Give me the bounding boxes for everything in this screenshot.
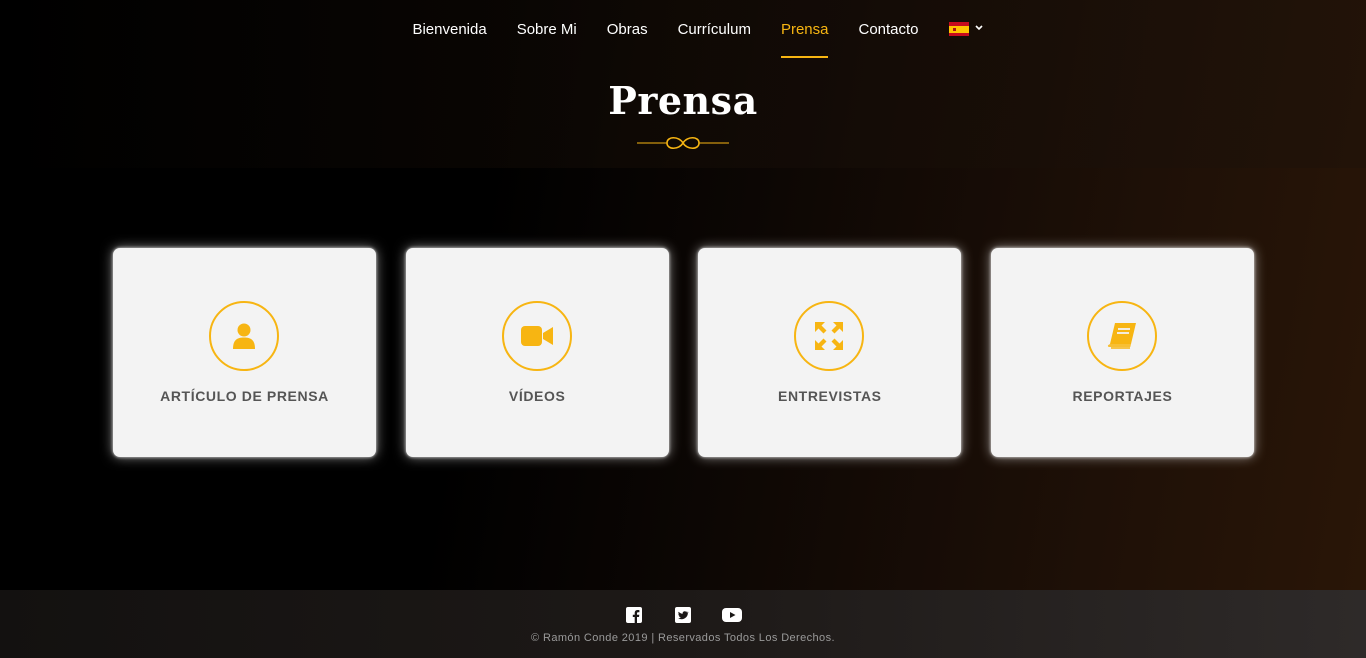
nav-item-bienvenida[interactable]: Bienvenida [412,0,486,58]
nav-item-obras[interactable]: Obras [607,0,648,58]
infinity-ornament-icon [637,136,729,150]
social-links [0,605,1366,625]
card-entrevistas[interactable]: ENTREVISTAS [698,248,962,457]
nav-item-sobre-mi[interactable]: Sobre Mi [517,0,577,58]
nav-item-curriculum[interactable]: Currículum [678,0,751,58]
main-nav: Bienvenida Sobre Mi Obras Currículum Pre… [0,0,1366,60]
user-icon [233,323,255,349]
card-icon-circle [1086,301,1157,371]
card-reportajes[interactable]: REPORTAJES [990,248,1254,457]
chevron-down-icon [974,23,983,34]
spain-flag-icon [948,22,969,36]
copyright-text: © Ramón Conde 2019 | Reservados Todos Lo… [531,632,835,644]
facebook-icon[interactable] [622,605,647,625]
page-title: Prensa [608,78,758,123]
card-icon-circle [794,301,865,371]
card-icon-circle [501,301,572,371]
card-label: ENTREVISTAS [778,388,882,404]
nav-item-contacto[interactable]: Contacto [858,0,918,58]
book-icon [1107,323,1136,349]
card-videos[interactable]: VÍDEOS [405,248,669,457]
card-label: ARTÍCULO DE PRENSA [160,388,329,404]
video-camera-icon [520,326,553,346]
card-icon-circle [209,301,279,371]
card-label: REPORTAJES [1072,388,1173,404]
nav-list: Bienvenida Sobre Mi Obras Currículum Pre… [397,0,983,58]
nav-item-prensa[interactable]: Prensa [780,0,828,58]
card-label: VÍDEOS [508,388,566,404]
twitter-icon[interactable] [671,605,696,625]
arrows-expand-icon [815,322,844,350]
youtube-icon[interactable] [720,605,745,625]
language-selector[interactable] [948,0,983,58]
card-articulo-de-prensa[interactable]: ARTÍCULO DE PRENSA [113,248,376,457]
footer: © Ramón Conde 2019 | Reservados Todos Lo… [0,590,1366,658]
press-cards: ARTÍCULO DE PRENSA VÍDEOS ENTREVISTAS RE… [113,248,1254,458]
